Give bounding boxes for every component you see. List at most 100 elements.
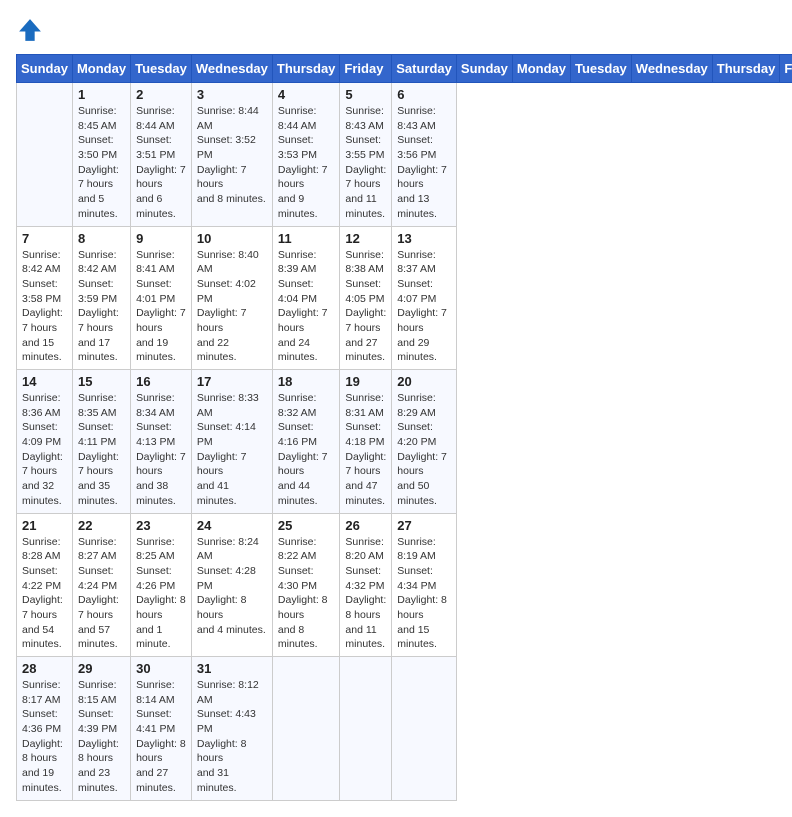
weekday-header-wednesday: Wednesday	[631, 55, 712, 83]
day-info: Sunrise: 8:40 AMSunset: 4:02 PMDaylight:…	[197, 248, 267, 366]
calendar-cell	[17, 83, 73, 227]
day-number: 16	[136, 374, 186, 389]
calendar-week-row: 21Sunrise: 8:28 AMSunset: 4:22 PMDayligh…	[17, 513, 792, 657]
day-info: Sunrise: 8:41 AMSunset: 4:01 PMDaylight:…	[136, 248, 186, 366]
day-info: Sunrise: 8:44 AMSunset: 3:51 PMDaylight:…	[136, 104, 186, 222]
calendar-cell: 7Sunrise: 8:42 AMSunset: 3:58 PMDaylight…	[17, 226, 73, 370]
day-number: 30	[136, 661, 186, 676]
weekday-header-sunday: Sunday	[456, 55, 512, 83]
calendar-cell: 9 Sunrise: 8:41 AMSunset: 4:01 PMDaylight…	[131, 226, 192, 370]
day-number: 21	[22, 518, 67, 533]
day-number: 27	[397, 518, 451, 533]
day-number: 25	[278, 518, 335, 533]
calendar-cell: 20 Sunrise: 8:29 AMSunset: 4:20 PMDayligh…	[392, 370, 457, 514]
day-number: 4	[278, 87, 335, 102]
calendar-cell: 13Sunrise: 8:37 AMSunset: 4:07 PMDayligh…	[392, 226, 457, 370]
calendar-cell: 8Sunrise: 8:42 AMSunset: 3:59 PMDaylight…	[72, 226, 130, 370]
calendar-cell: 25 Sunrise: 8:22 AMSunset: 4:30 PMDayligh…	[272, 513, 340, 657]
calendar-cell: 26 Sunrise: 8:20 AMSunset: 4:32 PMDayligh…	[340, 513, 392, 657]
day-number: 11	[278, 231, 335, 246]
calendar-week-row: 1 Sunrise: 8:45 AMSunset: 3:50 PMDaylight…	[17, 83, 792, 227]
day-info: Sunrise: 8:14 AMSunset: 4:41 PMDaylight:…	[136, 678, 186, 796]
day-info: Sunrise: 8:22 AMSunset: 4:30 PMDaylight:…	[278, 535, 335, 653]
calendar-week-row: 14 Sunrise: 8:36 AMSunset: 4:09 PMDayligh…	[17, 370, 792, 514]
day-info: Sunrise: 8:27 AMSunset: 4:24 PMDaylight:…	[78, 535, 125, 653]
day-info: Sunrise: 8:12 AMSunset: 4:43 PMDaylight:…	[197, 678, 267, 796]
calendar-cell: 29Sunrise: 8:15 AMSunset: 4:39 PMDayligh…	[72, 657, 130, 801]
calendar-cell	[272, 657, 340, 801]
header-friday: Friday	[340, 55, 392, 83]
day-number: 10	[197, 231, 267, 246]
calendar-cell: 24 Sunrise: 8:24 AMSunset: 4:28 PMDayligh…	[191, 513, 272, 657]
calendar-cell: 23 Sunrise: 8:25 AMSunset: 4:26 PMDayligh…	[131, 513, 192, 657]
calendar-cell: 14 Sunrise: 8:36 AMSunset: 4:09 PMDayligh…	[17, 370, 73, 514]
calendar-cell: 6 Sunrise: 8:43 AMSunset: 3:56 PMDaylight…	[392, 83, 457, 227]
day-number: 22	[78, 518, 125, 533]
day-number: 6	[397, 87, 451, 102]
day-info: Sunrise: 8:25 AMSunset: 4:26 PMDaylight:…	[136, 535, 186, 653]
calendar-header-row: SundayMondayTuesdayWednesdayThursdayFrid…	[17, 55, 792, 83]
day-number: 24	[197, 518, 267, 533]
day-info: Sunrise: 8:44 AMSunset: 3:53 PMDaylight:…	[278, 104, 335, 222]
calendar-cell	[340, 657, 392, 801]
day-info: Sunrise: 8:24 AMSunset: 4:28 PMDaylight:…	[197, 535, 267, 638]
day-info: Sunrise: 8:38 AMSunset: 4:05 PMDaylight:…	[345, 248, 386, 366]
day-number: 14	[22, 374, 67, 389]
page-header	[16, 16, 776, 44]
day-info: Sunrise: 8:29 AMSunset: 4:20 PMDaylight:…	[397, 391, 451, 509]
day-info: Sunrise: 8:31 AMSunset: 4:18 PMDaylight:…	[345, 391, 386, 509]
calendar-week-row: 7Sunrise: 8:42 AMSunset: 3:58 PMDaylight…	[17, 226, 792, 370]
day-number: 12	[345, 231, 386, 246]
day-number: 9	[136, 231, 186, 246]
calendar-week-row: 28Sunrise: 8:17 AMSunset: 4:36 PMDayligh…	[17, 657, 792, 801]
logo-icon	[16, 16, 44, 44]
day-number: 13	[397, 231, 451, 246]
day-info: Sunrise: 8:43 AMSunset: 3:56 PMDaylight:…	[397, 104, 451, 222]
day-number: 23	[136, 518, 186, 533]
calendar-cell: 5 Sunrise: 8:43 AMSunset: 3:55 PMDaylight…	[340, 83, 392, 227]
header-monday: Monday	[72, 55, 130, 83]
calendar-cell: 12 Sunrise: 8:38 AMSunset: 4:05 PMDayligh…	[340, 226, 392, 370]
day-info: Sunrise: 8:42 AMSunset: 3:58 PMDaylight:…	[22, 248, 67, 366]
calendar-cell	[392, 657, 457, 801]
day-info: Sunrise: 8:20 AMSunset: 4:32 PMDaylight:…	[345, 535, 386, 653]
calendar-cell: 21Sunrise: 8:28 AMSunset: 4:22 PMDayligh…	[17, 513, 73, 657]
header-sunday: Sunday	[17, 55, 73, 83]
day-info: Sunrise: 8:34 AMSunset: 4:13 PMDaylight:…	[136, 391, 186, 509]
day-info: Sunrise: 8:44 AMSunset: 3:52 PMDaylight:…	[197, 104, 267, 207]
calendar-cell: 4 Sunrise: 8:44 AMSunset: 3:53 PMDaylight…	[272, 83, 340, 227]
header-wednesday: Wednesday	[191, 55, 272, 83]
day-info: Sunrise: 8:32 AMSunset: 4:16 PMDaylight:…	[278, 391, 335, 509]
calendar-cell: 2Sunrise: 8:44 AMSunset: 3:51 PMDaylight…	[131, 83, 192, 227]
day-info: Sunrise: 8:15 AMSunset: 4:39 PMDaylight:…	[78, 678, 125, 796]
calendar-cell: 10 Sunrise: 8:40 AMSunset: 4:02 PMDayligh…	[191, 226, 272, 370]
day-info: Sunrise: 8:36 AMSunset: 4:09 PMDaylight:…	[22, 391, 67, 509]
logo	[16, 16, 48, 44]
calendar-cell: 15 Sunrise: 8:35 AMSunset: 4:11 PMDayligh…	[72, 370, 130, 514]
day-info: Sunrise: 8:45 AMSunset: 3:50 PMDaylight:…	[78, 104, 125, 222]
day-number: 19	[345, 374, 386, 389]
day-number: 8	[78, 231, 125, 246]
weekday-header-tuesday: Tuesday	[571, 55, 632, 83]
calendar-cell: 22 Sunrise: 8:27 AMSunset: 4:24 PMDayligh…	[72, 513, 130, 657]
day-info: Sunrise: 8:17 AMSunset: 4:36 PMDaylight:…	[22, 678, 67, 796]
day-number: 15	[78, 374, 125, 389]
calendar-cell: 30 Sunrise: 8:14 AMSunset: 4:41 PMDayligh…	[131, 657, 192, 801]
day-number: 20	[397, 374, 451, 389]
day-number: 26	[345, 518, 386, 533]
calendar-cell: 17 Sunrise: 8:33 AMSunset: 4:14 PMDayligh…	[191, 370, 272, 514]
calendar-cell: 1 Sunrise: 8:45 AMSunset: 3:50 PMDaylight…	[72, 83, 130, 227]
day-info: Sunrise: 8:39 AMSunset: 4:04 PMDaylight:…	[278, 248, 335, 366]
day-number: 1	[78, 87, 125, 102]
day-info: Sunrise: 8:35 AMSunset: 4:11 PMDaylight:…	[78, 391, 125, 509]
calendar-cell: 18 Sunrise: 8:32 AMSunset: 4:16 PMDayligh…	[272, 370, 340, 514]
calendar-cell: 11 Sunrise: 8:39 AMSunset: 4:04 PMDayligh…	[272, 226, 340, 370]
day-number: 18	[278, 374, 335, 389]
day-info: Sunrise: 8:43 AMSunset: 3:55 PMDaylight:…	[345, 104, 386, 222]
day-number: 17	[197, 374, 267, 389]
day-info: Sunrise: 8:33 AMSunset: 4:14 PMDaylight:…	[197, 391, 267, 509]
calendar-cell: 31Sunrise: 8:12 AMSunset: 4:43 PMDayligh…	[191, 657, 272, 801]
header-saturday: Saturday	[392, 55, 457, 83]
day-number: 5	[345, 87, 386, 102]
calendar-cell: 3Sunrise: 8:44 AMSunset: 3:52 PMDaylight…	[191, 83, 272, 227]
